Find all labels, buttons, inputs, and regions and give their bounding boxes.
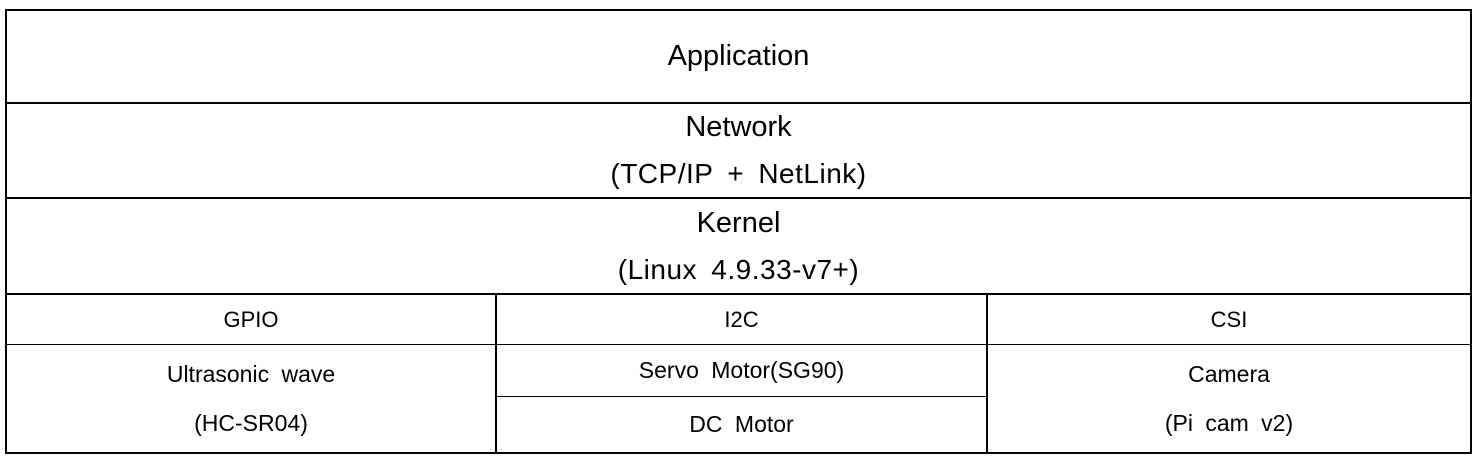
network-detail: (TCP/IP + NetLink) — [610, 158, 867, 189]
csi-device-model: (Pi cam v2) — [1164, 409, 1294, 436]
kernel-layer: Kernel (Linux 4.9.33-v7+) — [7, 199, 1470, 295]
csi-header: CSI — [986, 295, 1470, 345]
gpio-device-model: (HC-SR04) — [194, 409, 308, 436]
network-title: Network — [685, 111, 792, 143]
application-title: Application — [667, 40, 810, 72]
servo-label: Servo Motor(SG90) — [638, 357, 845, 383]
i2c-header: I2C — [495, 295, 986, 345]
csi-device-name: Camera — [1188, 360, 1270, 387]
gpio-device-cell: Ultrasonic wave (HC-SR04) — [7, 345, 495, 452]
gpio-header: GPIO — [7, 295, 495, 345]
csi-device-cell: Camera (Pi cam v2) — [986, 345, 1470, 452]
gpio-device-name: Ultrasonic wave — [166, 360, 336, 387]
kernel-title: Kernel — [696, 206, 781, 239]
i2c-device-dc-motor: DC Motor — [495, 397, 986, 452]
dc-motor-label: DC Motor — [689, 411, 794, 437]
application-layer: Application — [7, 11, 1470, 104]
architecture-table: Application Network (TCP/IP + NetLink) K… — [5, 9, 1472, 454]
network-layer: Network (TCP/IP + NetLink) — [7, 104, 1470, 199]
i2c-device-servo: Servo Motor(SG90) — [495, 345, 986, 397]
kernel-detail: (Linux 4.9.33-v7+) — [617, 253, 860, 285]
